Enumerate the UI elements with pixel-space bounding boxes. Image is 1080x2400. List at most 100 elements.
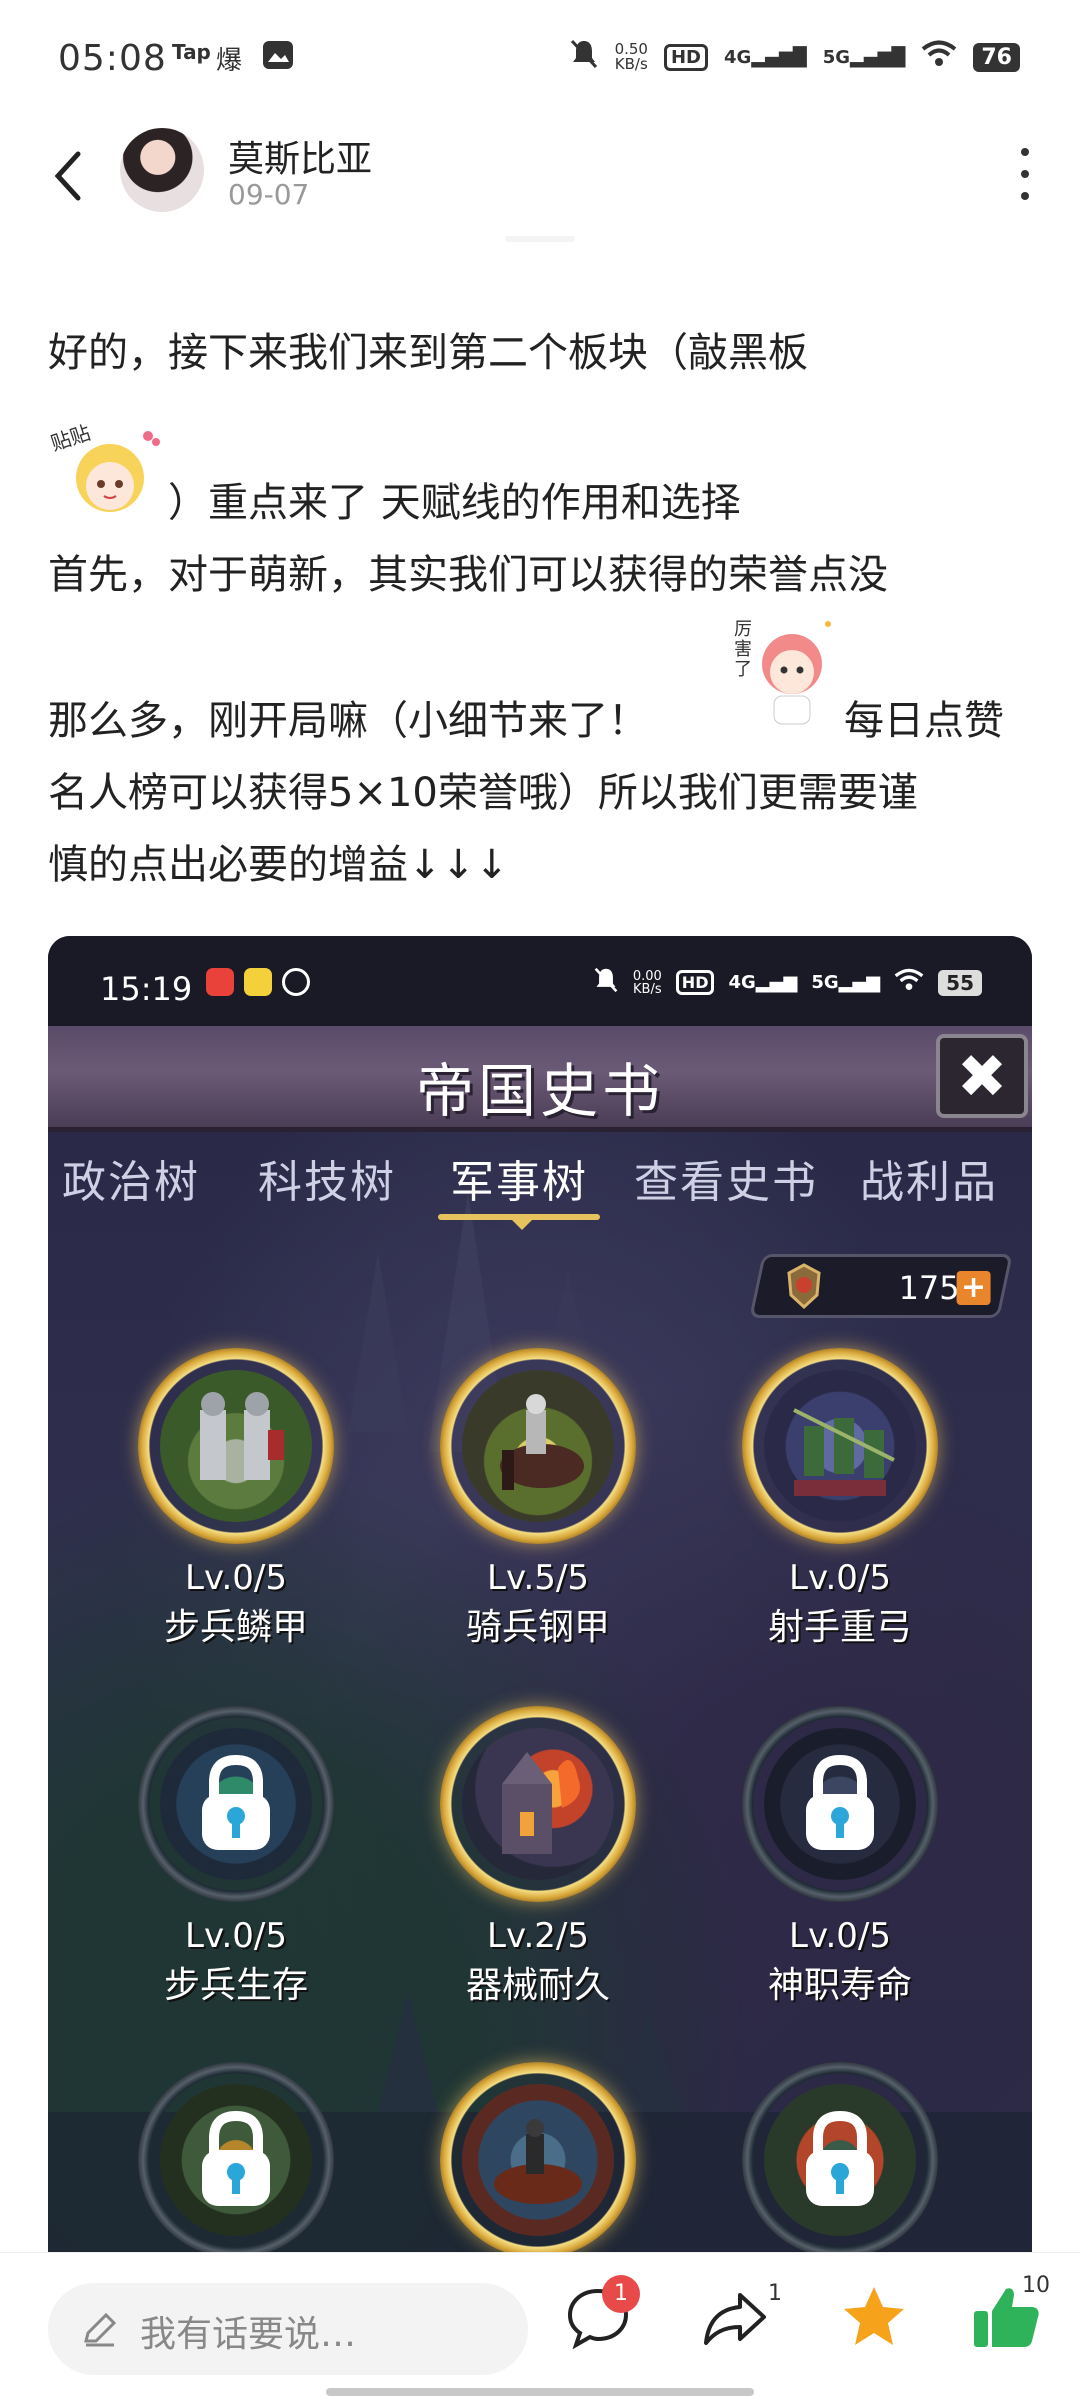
game-title-bar: 帝国史书 ✖ (48, 1026, 1032, 1132)
app-icon-yellow (244, 968, 272, 996)
more-options-button[interactable] (1010, 140, 1040, 210)
like-button[interactable]: 10 (970, 2273, 1050, 2361)
pencil-icon (80, 2309, 120, 2349)
lock-icon (802, 2110, 878, 2210)
post-date: 09-07 (228, 178, 310, 211)
tab-loot[interactable]: 战利品 (860, 1146, 998, 1210)
app-icon-red (206, 968, 234, 996)
tab-technology[interactable]: 科技树 (258, 1146, 396, 1210)
game-signal-5g: 5G▂▄▆ (811, 972, 881, 993)
hd-icon: HD (663, 43, 708, 71)
back-button[interactable] (44, 140, 94, 210)
favorite-button[interactable] (838, 2281, 918, 2361)
talent-node-infantry-survival[interactable]: Lv.0/5 步兵生存 (136, 1706, 336, 2026)
game-title: 帝国史书 (415, 1057, 664, 1125)
post-line-6: 慎的点出必要的增益↓↓↓ (48, 842, 509, 888)
node-name: 骑兵钢甲 (465, 1607, 610, 1648)
signal-5g-icon: 5G▂▄▆█ (822, 46, 906, 68)
game-status-time: 15:19 (100, 970, 193, 1008)
post-line-4a: 那么多，刚开局嘛（小细节来了！ (48, 698, 648, 744)
tab-military[interactable]: 军事树 (450, 1146, 588, 1210)
signal-4g-icon: 4G▂▄▆█ (724, 46, 807, 68)
honor-points-panel: 175 + (749, 1254, 1013, 1318)
status-time: 05:08 (58, 38, 167, 79)
add-honor-button[interactable]: + (956, 1270, 991, 1305)
node-name: 器械耐久 (465, 1965, 610, 2006)
node-name: 射手重弓 (767, 1607, 912, 1648)
node-name: 步兵鳞甲 (163, 1607, 308, 1648)
node-level: Lv.0/5 (789, 1558, 891, 1598)
talent-node-row3-middle[interactable] (438, 2062, 638, 2254)
infantry-knights-image (160, 1370, 312, 1522)
lock-icon (802, 1754, 878, 1854)
share-button[interactable]: 1 (698, 2281, 782, 2361)
username[interactable]: 莫斯比亚 (228, 130, 372, 182)
sticker-tietie: 贴贴 (48, 416, 168, 528)
talent-node-clergy-lifespan[interactable]: Lv.0/5 神职寿命 (740, 1706, 940, 2026)
comment-count-badge: 1 (602, 2275, 640, 2313)
taptap-icon: Tap (172, 40, 211, 64)
burning-castle-image (462, 1728, 614, 1880)
embedded-screenshot[interactable]: 15:19 0.00KB/s HD 4G▂▄▆ 5G▂▄▆ 55 帝国史书 ✖ (48, 936, 1032, 2254)
share-arrow-icon (704, 2293, 766, 2345)
game-status-bar: 15:19 0.00 KB/s HD 4G▂▄▆ 5G▂▄▆ 55 (48, 936, 1032, 1026)
honor-emblem-icon (779, 1261, 829, 1311)
talent-node-infantry-scale[interactable]: Lv.0/5 步兵鳞甲 (136, 1348, 336, 1668)
talent-node-locked-row3-right[interactable] (740, 2062, 940, 2254)
talent-node-cavalry-steel[interactable]: Lv.5/5 骑兵钢甲 (438, 1348, 638, 1668)
avatar[interactable] (120, 128, 204, 212)
divider (505, 236, 575, 242)
talent-node-siege-durability[interactable]: Lv.2/5 器械耐久 (438, 1706, 638, 2026)
post-line-5: 名人榜可以获得5×10荣誉哦）所以我们更需要谨 (48, 770, 918, 816)
node-name: 步兵生存 (163, 1965, 308, 2006)
node-name: 神职寿命 (767, 1965, 912, 2006)
post-header: 莫斯比亚 09-07 (0, 118, 1080, 240)
game-battery: 55 (938, 969, 982, 996)
lock-icon (198, 1754, 274, 1854)
gallery-icon (262, 40, 294, 77)
share-count: 1 (768, 2281, 782, 2306)
post-line-1: 好的，接下来我们来到第二个板块（敲黑板 (48, 330, 808, 376)
honor-points-value: 175 (898, 1269, 960, 1307)
game-hd-icon: HD (675, 970, 715, 995)
node-level: Lv.0/5 (789, 1916, 891, 1956)
game-net-speed: 0.00 KB/s (632, 968, 662, 997)
tab-politics[interactable]: 政治树 (62, 1146, 200, 1210)
talent-node-locked-row3-left[interactable] (136, 2062, 336, 2254)
tab-history[interactable]: 查看史书 (634, 1146, 818, 1210)
node-level: Lv.0/5 (185, 1916, 287, 1956)
close-icon: ✖ (956, 1042, 1008, 1112)
battery-indicator: 76 (973, 42, 1020, 72)
comment-placeholder: 我有话要说… (140, 2314, 357, 2355)
like-count: 10 (1022, 2273, 1050, 2298)
archers-image (764, 1370, 916, 1522)
game-wifi-icon (894, 968, 924, 997)
mute-icon (569, 38, 599, 76)
comments-button[interactable]: 1 (562, 2275, 642, 2361)
sticker-lihaile-text: 厉害了 (734, 619, 752, 680)
bottom-action-bar: 我有话要说… 1 1 10 (0, 2252, 1080, 2400)
post-line-3: 首先，对于萌新，其实我们可以获得的荣誉点没 (48, 552, 888, 598)
net-speed: 0.50 KB/s (614, 40, 648, 73)
node-level: Lv.2/5 (487, 1916, 589, 1956)
comment-input[interactable]: 我有话要说… (48, 2283, 528, 2375)
game-signal-4g: 4G▂▄▆ (728, 972, 798, 993)
star-icon (844, 2287, 904, 2345)
horse-rider-image (462, 2084, 614, 2236)
game-mute-icon (593, 966, 619, 999)
sticker-lihaile: 厉害了 (730, 616, 840, 728)
wifi-icon (921, 40, 957, 74)
bao-icon: 爆 (216, 46, 243, 76)
status-bar: 05:08 Tap 爆 0.50 KB/s HD 4G▂▄▆█ 5G▂▄▆█ 76 (0, 0, 1080, 118)
talent-node-archer-bow[interactable]: Lv.0/5 射手重弓 (740, 1348, 940, 1668)
cavalry-knight-image (462, 1370, 614, 1522)
post-line-4b: 每日点赞 (844, 698, 1004, 744)
app-icon-link (282, 968, 310, 996)
game-close-button[interactable]: ✖ (936, 1034, 1028, 1118)
node-level: Lv.5/5 (487, 1558, 589, 1598)
game-tabs: 政治树 科技树 军事树 查看史书 战利品 (48, 1146, 1032, 1216)
home-indicator (326, 2388, 754, 2396)
lock-icon (198, 2110, 274, 2210)
post-line-2: ）重点来了 天赋线的作用和选择 (168, 480, 741, 526)
chevron-left-icon (54, 151, 81, 201)
